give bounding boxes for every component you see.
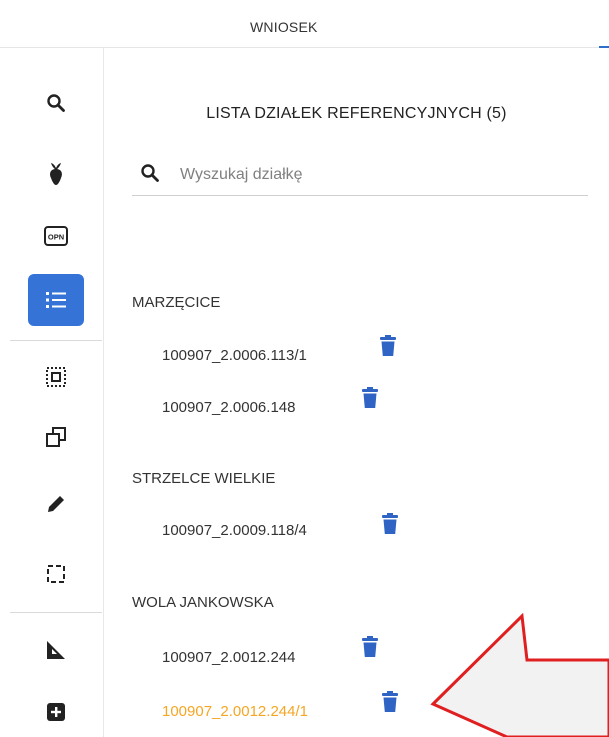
add-icon: [47, 703, 65, 721]
search-icon: [141, 164, 159, 182]
parcel-item-selected[interactable]: 100907_2.0012.244/1: [162, 703, 308, 720]
sidebar-divider: [10, 340, 102, 341]
group-label: WOLA JANKOWSKA: [132, 594, 274, 611]
trash-icon[interactable]: [360, 387, 380, 409]
parcel-list-panel: LISTA DZIAŁEK REFERENCYJNYCH (5) MARZĘCI…: [104, 48, 609, 737]
svg-text:OPN: OPN: [48, 233, 64, 242]
edit-tool-button[interactable]: [28, 478, 84, 530]
search-input[interactable]: [180, 160, 580, 190]
search-icon: [47, 94, 65, 112]
opn-icon: OPN: [44, 226, 68, 246]
parcel-item[interactable]: 100907_2.0006.148: [162, 399, 295, 416]
search-tool-button[interactable]: [28, 77, 84, 129]
parcel-list-button[interactable]: [28, 274, 84, 326]
copy-icon: [46, 427, 66, 447]
dashed-rectangle-icon: [47, 565, 65, 583]
tool-sidebar: OPN: [0, 48, 104, 737]
ruler-icon: [47, 641, 65, 659]
select-area-icon: [46, 367, 66, 387]
sidebar-divider: [10, 612, 102, 613]
group-label: STRZELCE WIELKIE: [132, 470, 276, 487]
add-tool-button[interactable]: [28, 686, 84, 737]
parcel-item[interactable]: 100907_2.0012.244: [162, 649, 295, 666]
rectangle-tool-button[interactable]: [28, 548, 84, 600]
group-label: MARZĘCICE: [132, 294, 221, 311]
top-bar: WNIOSEK: [0, 0, 609, 48]
trash-icon[interactable]: [380, 691, 400, 713]
trash-icon[interactable]: [378, 335, 398, 357]
opn-tool-button[interactable]: OPN: [28, 210, 84, 262]
select-area-tool-button[interactable]: [28, 351, 84, 403]
list-icon: [46, 292, 66, 308]
trash-icon[interactable]: [380, 513, 400, 535]
tab-wniosek[interactable]: WNIOSEK: [250, 19, 318, 35]
measure-tool-button[interactable]: [28, 624, 84, 676]
parcel-search: [132, 154, 588, 196]
crop-tool-button[interactable]: [28, 148, 84, 200]
trash-icon[interactable]: [360, 636, 380, 658]
panel-title: LISTA DZIAŁEK REFERENCYJNYCH (5): [206, 105, 507, 122]
parcel-item[interactable]: 100907_2.0009.118/4: [162, 522, 307, 539]
parcel-item[interactable]: 100907_2.0006.113/1: [162, 347, 307, 364]
copy-tool-button[interactable]: [28, 411, 84, 463]
pencil-icon: [48, 496, 64, 512]
crop-icon: [50, 163, 62, 185]
